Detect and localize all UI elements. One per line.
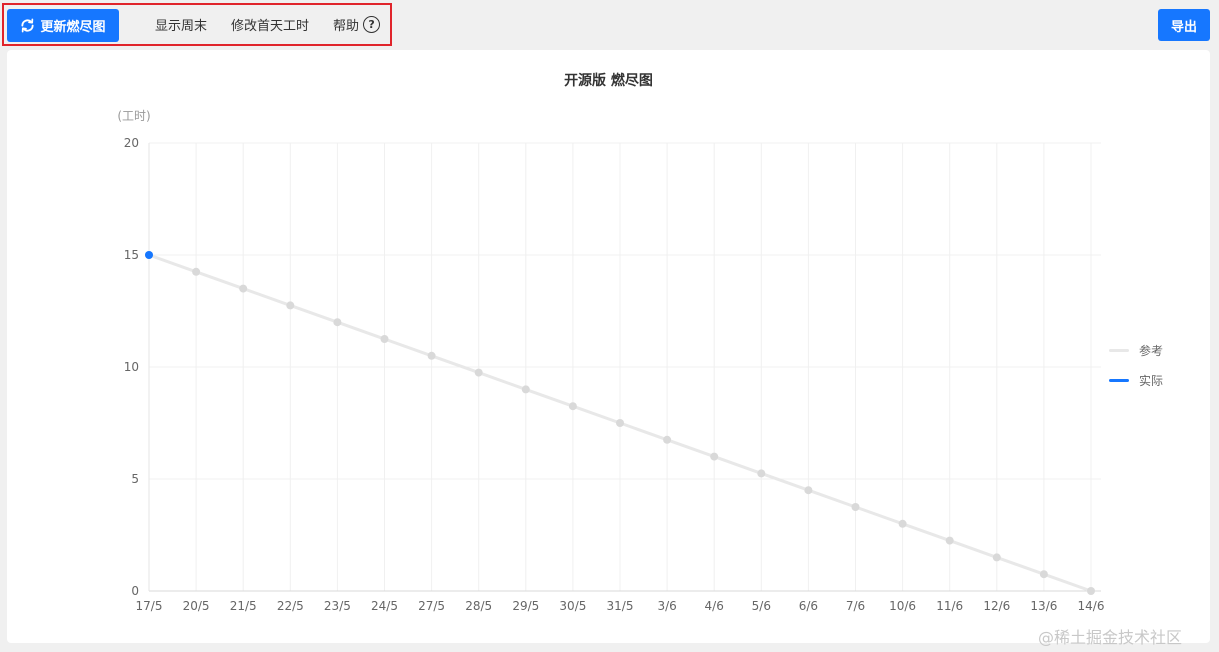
x-tick-label: 10/6 [889, 599, 916, 613]
edit-first-day-hours-label: 修改首天工时 [231, 19, 310, 34]
x-tick-label: 22/5 [277, 599, 304, 613]
x-tick-label: 21/5 [230, 599, 257, 613]
x-tick-label: 13/6 [1030, 599, 1057, 613]
reference-series-point [333, 318, 342, 327]
x-tick-label: 14/6 [1078, 599, 1105, 613]
x-tick-label: 20/5 [183, 599, 210, 613]
update-burndown-label: 更新燃尽图 [40, 20, 106, 35]
x-tick-label: 27/5 [418, 599, 445, 613]
show-weekend-button[interactable]: 显示周末 [155, 15, 207, 34]
reference-series-point [851, 503, 860, 511]
reference-series-point [945, 536, 954, 545]
x-tick-label: 30/5 [559, 599, 586, 613]
y-tick-label: 20 [124, 136, 139, 150]
chart-legend: 参考 实际 [1109, 342, 1163, 402]
y-axis-label: (工时) [117, 109, 150, 123]
burndown-chart: 0 5 10 15 20 (工时) 17/5 20/5 21/5 22/5 23/5 24/5 27/5… [117, 109, 1105, 613]
show-weekend-label: 显示周末 [155, 19, 208, 34]
reference-series-point [380, 335, 389, 343]
reference-series-point [427, 351, 436, 360]
x-tick-label: 6/6 [799, 599, 818, 613]
legend-swatch-actual [1109, 378, 1129, 382]
export-button[interactable]: 导出 [1158, 9, 1210, 41]
legend-label-reference: 参考 [1139, 343, 1164, 358]
y-tick-label: 15 [124, 248, 139, 262]
reference-series-point [992, 553, 1001, 562]
x-tick-label: 29/5 [512, 599, 539, 613]
x-tick-label: 28/5 [465, 599, 492, 613]
x-tick-label: 4/6 [705, 599, 724, 613]
x-tick-label: 5/6 [752, 599, 771, 613]
x-tick-label: 11/6 [936, 599, 963, 613]
x-tick-label: 7/6 [846, 599, 865, 613]
export-label: 导出 [1170, 19, 1197, 35]
y-tick-label: 10 [124, 360, 139, 374]
x-tick-label: 23/5 [324, 599, 351, 613]
legend-swatch-reference [1109, 348, 1129, 352]
x-tick-label: 24/5 [371, 599, 398, 613]
help-button[interactable]: 帮助 ? [333, 15, 381, 34]
chart-card: 开源版 燃尽图 0 5 10 15 20 (工时) 17/5 20/5 21/5 22/5 23/5… [7, 50, 1210, 643]
reference-series-point [568, 402, 577, 411]
refresh-icon [21, 18, 35, 33]
reference-series-point [521, 385, 530, 394]
reference-series-point [239, 284, 248, 293]
x-tick-label: 31/5 [607, 599, 634, 613]
y-tick-label: 5 [131, 472, 139, 486]
legend-item-actual[interactable]: 实际 [1109, 372, 1163, 388]
reference-series-point [804, 486, 813, 495]
watermark: @稀土掘金技术社区 [1038, 628, 1183, 647]
reference-series-point [1039, 570, 1048, 579]
y-tick-label: 0 [131, 584, 139, 598]
reference-series-point [663, 435, 672, 444]
reference-series-point [192, 267, 201, 276]
toolbar: 更新燃尽图 显示周末 修改首天工时 帮助 ? 导出 [0, 0, 1219, 50]
x-tick-label: 17/5 [136, 599, 163, 613]
help-label: 帮助 [333, 19, 360, 34]
reference-series-point [286, 301, 295, 310]
edit-first-day-hours-button[interactable]: 修改首天工时 [231, 15, 309, 34]
reference-series-point [616, 419, 624, 427]
update-burndown-button[interactable]: 更新燃尽图 [7, 9, 119, 42]
actual-series-point [145, 251, 153, 259]
question-circle-icon: ? [363, 16, 381, 33]
reference-series-point [710, 452, 719, 461]
legend-item-reference[interactable]: 参考 [1109, 342, 1163, 358]
x-tick-label: 12/6 [983, 599, 1010, 613]
reference-series-point [757, 469, 766, 478]
reference-series-point [474, 368, 483, 377]
legend-label-actual: 实际 [1139, 373, 1164, 388]
reference-series-point [898, 519, 907, 528]
x-tick-label: 3/6 [657, 599, 676, 613]
reference-series-point [1087, 587, 1095, 595]
